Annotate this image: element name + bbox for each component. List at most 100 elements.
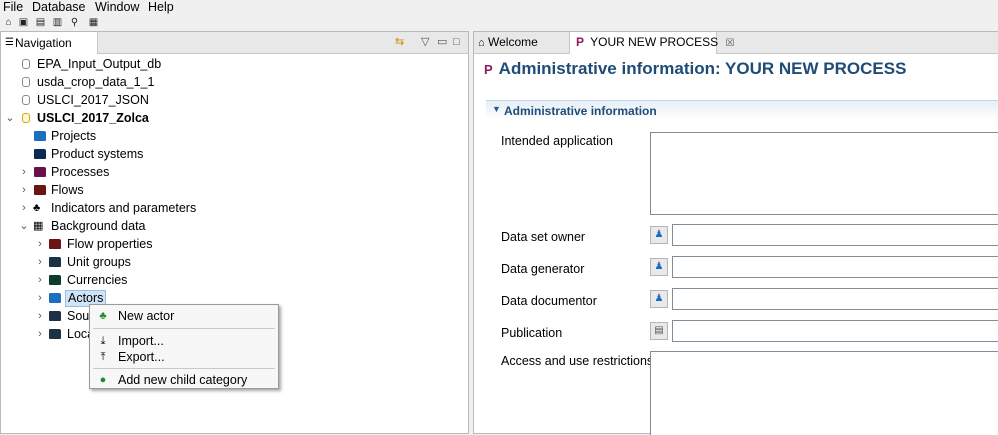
- indicators-icon: ♣: [33, 202, 41, 214]
- save-icon[interactable]: ▣: [18, 17, 29, 28]
- save-all-icon[interactable]: ▥: [52, 17, 63, 28]
- editor-tab-bar: ⌂ Welcome P YOUR NEW PROCESS ☒: [474, 32, 998, 54]
- chevron-right-icon[interactable]: ›: [19, 163, 29, 181]
- maximize-icon[interactable]: □: [453, 36, 460, 49]
- home-icon[interactable]: ⌂: [3, 17, 14, 28]
- editor-panel: ⌂ Welcome P YOUR NEW PROCESS ☒ P Administ…: [473, 31, 998, 435]
- tree-item-background-data[interactable]: ⌄ ▦ Background data: [1, 217, 466, 235]
- menu-file[interactable]: File: [3, 0, 23, 14]
- intended-application-field[interactable]: [650, 132, 998, 215]
- tree-item-flows[interactable]: › Flows: [1, 181, 466, 199]
- database-icon: [22, 113, 30, 123]
- tree-item-uslci-2017-json[interactable]: USLCI_2017_JSON: [1, 91, 466, 109]
- tab-navigation[interactable]: ☰ Navigation: [1, 32, 98, 54]
- chevron-right-icon[interactable]: ›: [35, 289, 45, 307]
- navigation-tab-label: Navigation: [15, 36, 72, 50]
- tab-welcome-label: Welcome: [488, 35, 538, 49]
- label-data-set-owner: Data set owner: [501, 230, 586, 244]
- folder-icon: [49, 293, 61, 303]
- tab-process-label: YOUR NEW PROCESS: [590, 35, 719, 49]
- tree-item-uslci-2017-zolca[interactable]: ⌄ USLCI_2017_Zolca: [1, 109, 466, 127]
- menu-database[interactable]: Database: [32, 0, 86, 14]
- menu-item-new-actor[interactable]: ♣ New actor: [90, 307, 278, 325]
- new-actor-icon: ♣: [99, 310, 107, 322]
- close-icon[interactable]: ☒: [726, 38, 735, 49]
- tree-item-processes[interactable]: › Processes: [1, 163, 466, 181]
- tab-your-new-process[interactable]: P YOUR NEW PROCESS ☒: [569, 32, 734, 54]
- label-intended-application: Intended application: [501, 134, 613, 148]
- select-documentor-button[interactable]: ♟: [650, 290, 668, 308]
- chevron-right-icon[interactable]: ›: [35, 235, 45, 253]
- select-generator-button[interactable]: ♟: [650, 258, 668, 276]
- folder-icon: [34, 149, 46, 159]
- navigation-header: ☰ Navigation ⇆ ▽ ▭ □: [1, 32, 468, 54]
- save-as-icon[interactable]: ▤: [35, 17, 46, 28]
- link-editor-icon[interactable]: ⇆: [395, 36, 404, 49]
- tree-item-usda-crop-data[interactable]: usda_crop_data_1_1: [1, 73, 466, 91]
- add-icon: ●: [99, 374, 107, 386]
- view-menu-icon[interactable]: ▽: [421, 36, 429, 49]
- grid-icon: ▦: [33, 220, 44, 232]
- network-icon[interactable]: ⚲: [69, 17, 80, 28]
- menu-item-add-child-category[interactable]: ● Add new child category: [90, 371, 278, 389]
- chevron-right-icon[interactable]: ›: [19, 181, 29, 199]
- chevron-down-icon[interactable]: ⌄: [19, 217, 29, 235]
- select-publication-button[interactable]: ▤: [650, 322, 668, 340]
- tree-item-unit-groups[interactable]: › Unit groups: [1, 253, 466, 271]
- label-data-documentor: Data documentor: [501, 294, 597, 308]
- menu-window[interactable]: Window: [95, 0, 139, 14]
- menu-item-export[interactable]: ⤒ Export...: [90, 348, 278, 366]
- publication-field[interactable]: [672, 320, 998, 342]
- chevron-right-icon[interactable]: ›: [35, 271, 45, 289]
- tree-item-currencies[interactable]: › Currencies: [1, 271, 466, 289]
- label-data-generator: Data generator: [501, 262, 585, 276]
- section-administrative-information[interactable]: ▼ Administrative information: [486, 100, 998, 120]
- grid-icon[interactable]: ▦: [88, 17, 99, 28]
- chevron-down-icon[interactable]: ▼: [492, 104, 501, 114]
- chevron-down-icon[interactable]: ⌄: [5, 109, 15, 127]
- folder-icon: [34, 167, 46, 177]
- database-icon: [22, 95, 30, 105]
- tree-item-epa-input-output-db[interactable]: EPA_Input_Output_db: [1, 55, 466, 73]
- data-set-owner-field[interactable]: [672, 224, 998, 246]
- folder-icon: [49, 275, 61, 285]
- process-icon: P: [484, 62, 493, 77]
- folder-icon: [34, 131, 46, 141]
- chevron-right-icon[interactable]: ›: [19, 199, 29, 217]
- chevron-right-icon[interactable]: ›: [35, 325, 45, 343]
- navigation-icon: ☰: [5, 37, 14, 48]
- access-restrictions-field[interactable]: [650, 351, 998, 435]
- select-owner-button[interactable]: ♟: [650, 226, 668, 244]
- data-documentor-field[interactable]: [672, 288, 998, 310]
- folder-icon: [49, 329, 61, 339]
- context-menu: ♣ New actor ⤓ Import... ⤒ Export... ● Ad…: [89, 304, 279, 389]
- tree-item-projects[interactable]: Projects: [1, 127, 466, 145]
- data-generator-field[interactable]: [672, 256, 998, 278]
- menu-bar: File Database Window Help: [0, 0, 998, 15]
- home-icon: ⌂: [478, 37, 485, 49]
- folder-icon: [49, 311, 61, 321]
- section-title: Administrative information: [504, 104, 657, 118]
- process-icon: P: [576, 35, 585, 49]
- toolbar: ⌂ ▣ ▤ ▥ ⚲ ▦: [0, 15, 998, 31]
- database-icon: [22, 77, 30, 87]
- page-title: P Administrative information: YOUR NEW PR…: [484, 59, 906, 79]
- menu-separator: [93, 328, 275, 329]
- menu-help[interactable]: Help: [148, 0, 174, 14]
- label-publication: Publication: [501, 326, 563, 340]
- tree-item-indicators-and-parameters[interactable]: › ♣ Indicators and parameters: [1, 199, 466, 217]
- export-icon: ⤒: [100, 351, 106, 363]
- chevron-right-icon[interactable]: ›: [35, 253, 45, 271]
- folder-icon: [49, 239, 61, 249]
- page-title-text: Administrative information: YOUR NEW PRO…: [498, 59, 907, 78]
- folder-icon: [34, 185, 46, 195]
- database-icon: [22, 59, 30, 69]
- tree-item-flow-properties[interactable]: › Flow properties: [1, 235, 466, 253]
- folder-icon: [49, 257, 61, 267]
- menu-separator: [93, 368, 275, 369]
- chevron-right-icon[interactable]: ›: [35, 307, 45, 325]
- tree-item-product-systems[interactable]: Product systems: [1, 145, 466, 163]
- minimize-icon[interactable]: ▭: [437, 36, 447, 49]
- label-access-and-use-restrictions: Access and use restrictions: [501, 354, 654, 368]
- tab-welcome[interactable]: ⌂ Welcome: [478, 32, 558, 54]
